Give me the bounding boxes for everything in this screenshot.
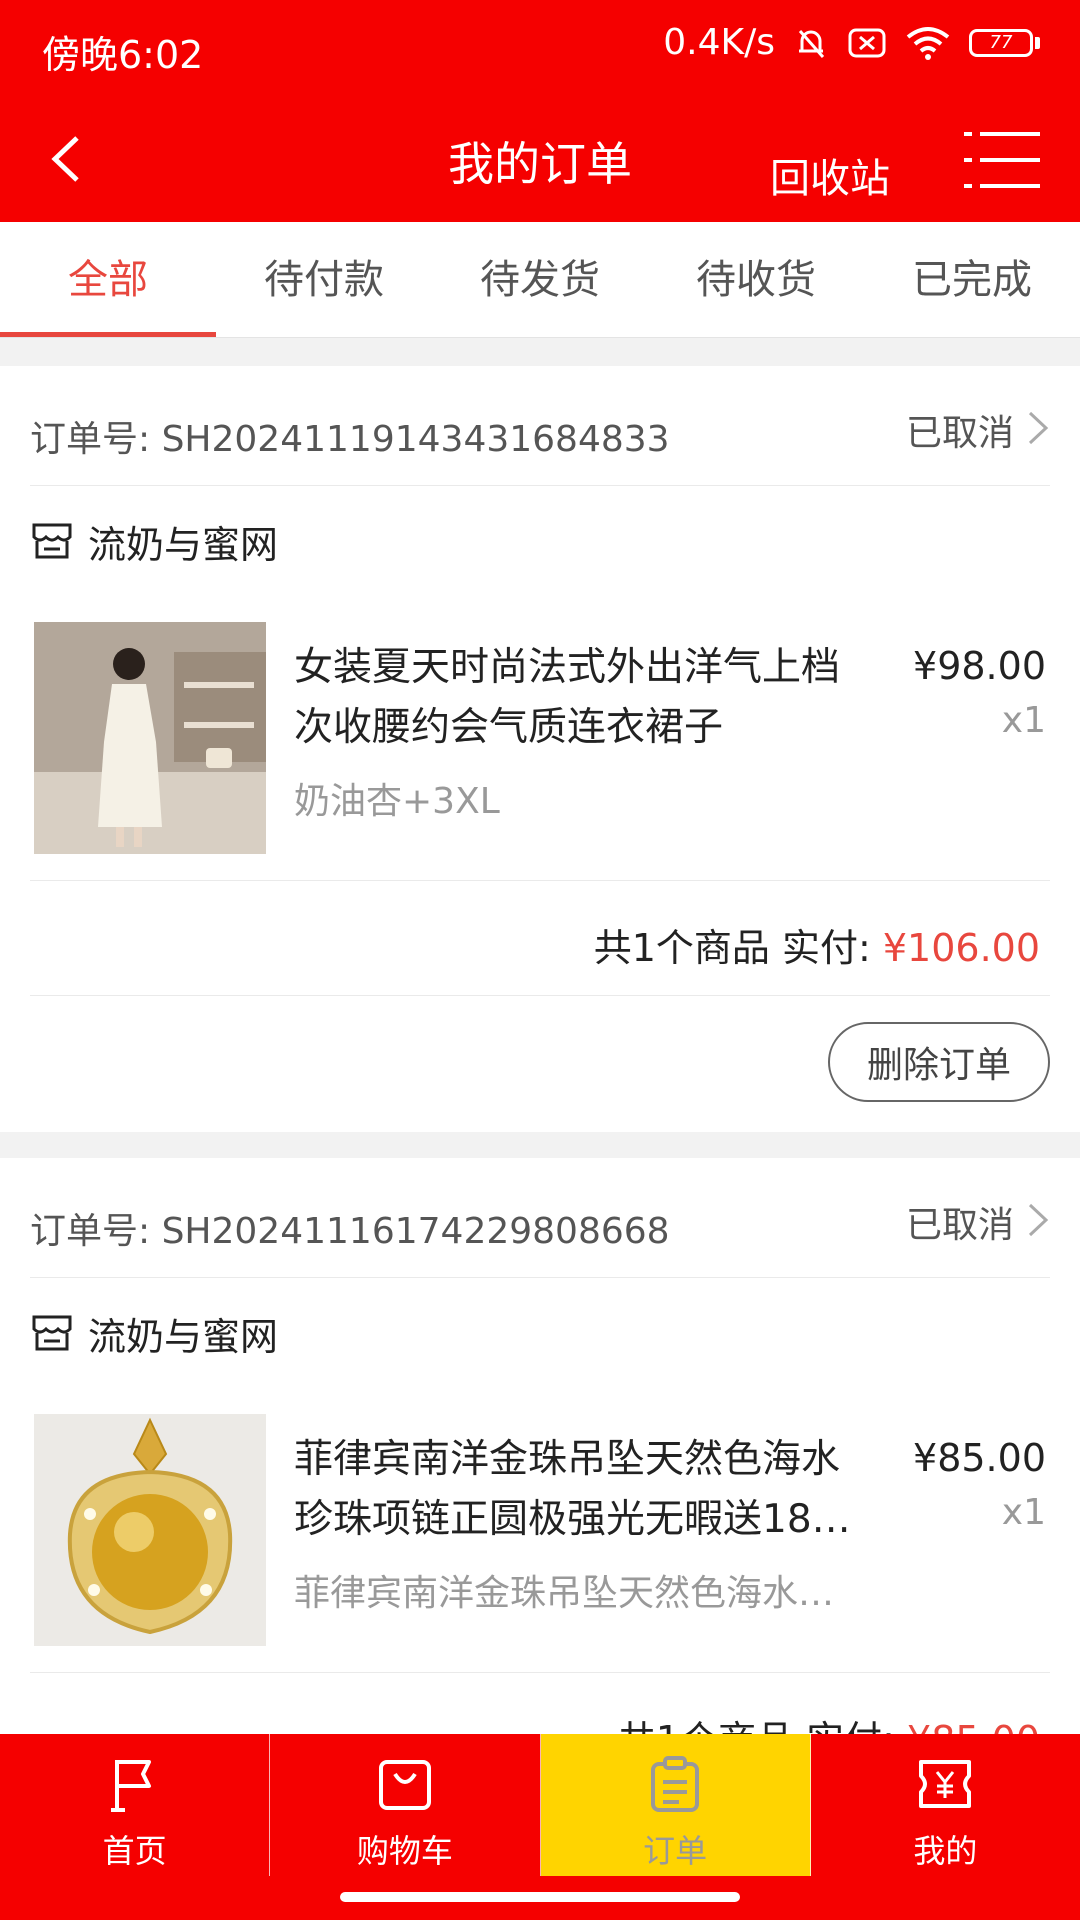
order-header[interactable]: 订单号: SH20241119143431684833 已取消 [30, 366, 1050, 486]
product-image[interactable] [34, 1414, 266, 1646]
back-button[interactable] [32, 124, 102, 194]
tab-all[interactable]: 全部 [0, 222, 216, 337]
wifi-icon [906, 26, 950, 60]
recycle-bin-link[interactable]: 回收站 [770, 146, 890, 204]
product-quantity: x1 [1001, 700, 1046, 741]
summary-count: 共1个商品 实付: [593, 926, 883, 970]
header: 我的订单 回收站 [0, 100, 1080, 222]
store-icon [32, 523, 72, 559]
order-status: 已取消 [905, 413, 1014, 454]
status-time: 傍晚6:02 [42, 33, 204, 77]
chevron-left-icon [51, 136, 79, 182]
order-number: 订单号: SH20241116174229808668 [30, 1211, 670, 1252]
chevron-right-icon [1028, 1203, 1049, 1237]
product-price: ¥98.00 [913, 644, 1046, 688]
order-number: 订单号: SH20241119143431684833 [30, 419, 670, 460]
product-image[interactable] [34, 622, 266, 854]
order-status: 已取消 [905, 1205, 1014, 1246]
product-name[interactable]: 菲律宾南洋金珠吊坠天然色海水珍珠项链正圆极强光无暇送18… [294, 1430, 874, 1550]
nav-orders[interactable]: 订单 [540, 1734, 811, 1876]
shop-name: 流奶与蜜网 [88, 522, 279, 567]
nav-mine[interactable]: 我的 [811, 1734, 1080, 1876]
menu-icon[interactable] [964, 130, 1040, 190]
clipboard-icon [651, 1756, 700, 1812]
order-tabs: 全部 待付款 待发货 待收货 已完成 [0, 222, 1080, 338]
product-price: ¥85.00 [913, 1436, 1046, 1480]
order-header[interactable]: 订单号: SH20241116174229808668 已取消 [30, 1158, 1050, 1278]
status-right: 0.4K/s 77 [663, 22, 1040, 63]
shop-name-row[interactable]: 流奶与蜜网 [30, 1308, 279, 1359]
product-quantity: x1 [1001, 1492, 1046, 1533]
nav-label: 购物车 [356, 1832, 453, 1870]
network-speed: 0.4K/s [663, 22, 775, 63]
battery-level: 77 [969, 28, 1033, 57]
product-name[interactable]: 女装夏天时尚法式外出洋气上档次收腰约会气质连衣裙子 [294, 638, 874, 758]
flag-icon [110, 1760, 151, 1812]
nav-label: 我的 [913, 1832, 978, 1870]
product-spec: 奶油杏+3XL [294, 781, 500, 822]
product-spec: 菲律宾南洋金珠吊坠天然色海水… [294, 1573, 835, 1614]
tab-pending-receipt[interactable]: 待收货 [648, 222, 864, 337]
top-bar: 傍晚6:02 0.4K/s 77 我的订单 回收站 [0, 0, 1080, 222]
page-title: 我的订单 [448, 137, 632, 191]
store-icon [32, 1315, 72, 1351]
bell-muted-icon [798, 29, 825, 58]
summary-text: 共1个商品 实付: ¥106.00 [594, 917, 1040, 972]
home-indicator[interactable] [340, 1892, 740, 1902]
yen-card-icon [919, 1760, 972, 1808]
battery-icon: 77 [969, 28, 1040, 57]
sim-x-icon [848, 28, 886, 57]
chevron-right-icon [1028, 411, 1049, 445]
nav-label: 订单 [643, 1832, 708, 1870]
order-summary: 共1个商品 实付: ¥106.00 [30, 880, 1050, 996]
order-card: 订单号: SH20241119143431684833 已取消 流奶与蜜网 女装… [0, 366, 1080, 1132]
shopping-bag-icon [378, 1760, 431, 1810]
shop-name: 流奶与蜜网 [88, 1314, 279, 1359]
tab-pending-shipment[interactable]: 待发货 [432, 222, 648, 337]
shop-name-row[interactable]: 流奶与蜜网 [30, 516, 279, 567]
status-bar: 傍晚6:02 0.4K/s 77 [0, 0, 1080, 96]
nav-cart[interactable]: 购物车 [270, 1734, 541, 1876]
tab-completed[interactable]: 已完成 [864, 222, 1080, 337]
nav-home[interactable]: 首页 [0, 1734, 271, 1876]
delete-order-button[interactable]: 删除订单 [828, 1022, 1050, 1102]
nav-label: 首页 [102, 1832, 167, 1870]
tab-pending-payment[interactable]: 待付款 [216, 222, 432, 337]
paid-amount: ¥106.00 [882, 926, 1040, 970]
